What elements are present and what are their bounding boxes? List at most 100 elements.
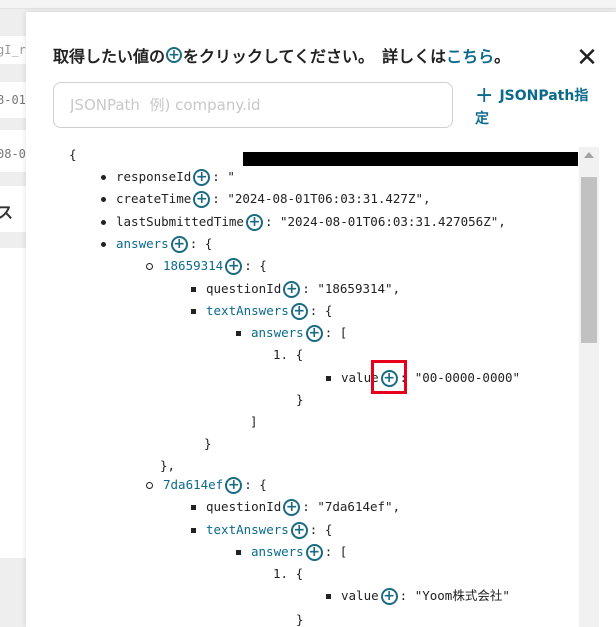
- close-icon: ✕: [576, 42, 598, 72]
- tree-line: ]: [250, 412, 258, 432]
- tree-line-question-id: questionId + : "7da614ef",: [191, 497, 400, 517]
- brace: }: [296, 392, 304, 407]
- plus-circle-icon: +: [166, 47, 183, 63]
- json-key-expandable[interactable]: answers: [116, 234, 169, 254]
- json-key-expandable[interactable]: textAnswers: [206, 520, 289, 540]
- json-punct: : {: [244, 477, 267, 492]
- jsonpath-search-box[interactable]: [53, 82, 453, 128]
- bullet: [326, 375, 331, 381]
- bullet: [191, 527, 196, 533]
- plus-circle-icon[interactable]: +: [380, 587, 398, 605]
- json-value: : "18659314",: [302, 281, 401, 296]
- add-jsonpath-button[interactable]: + JSONPath指定: [475, 84, 595, 131]
- tree-line: }: [296, 610, 304, 627]
- plus-circle-icon[interactable]: +: [193, 168, 211, 186]
- bullet: [236, 330, 241, 336]
- bracket: ]: [250, 414, 258, 429]
- plus-circle-icon[interactable]: +: [290, 302, 308, 320]
- json-key-expandable[interactable]: 7da614ef: [163, 475, 223, 495]
- json-tree: { responseId + : " createTime + : "2024-…: [26, 140, 586, 627]
- brace: {: [69, 147, 77, 162]
- tree-line-answers: answers + : {: [101, 234, 212, 254]
- brace: }: [204, 436, 212, 451]
- json-key: responseId: [116, 169, 192, 184]
- json-key: lastSubmittedTime: [116, 214, 244, 229]
- json-punct: : [: [324, 325, 348, 340]
- close-button[interactable]: ✕: [574, 44, 600, 70]
- array-index: 1. {: [273, 566, 304, 581]
- tree-line: }: [204, 434, 212, 454]
- vertical-scrollbar[interactable]: [579, 147, 599, 627]
- jsonpath-dialog: 取得したい値の + をクリックしてください。 詳しくは こちら 。 ✕ +JSO…: [26, 12, 616, 627]
- scrollbar-thumb[interactable]: [581, 177, 597, 343]
- bullet: [236, 549, 241, 555]
- json-key-expandable[interactable]: textAnswers: [206, 301, 289, 321]
- tree-line-question-id: questionId + : "18659314",: [191, 279, 400, 299]
- help-suffix: 。: [494, 47, 511, 66]
- brace: }: [296, 612, 304, 627]
- plus-circle-icon[interactable]: +: [225, 476, 243, 494]
- tree-line-answers-array: answers + : [: [236, 323, 347, 343]
- bullet: [191, 504, 196, 510]
- json-value: ": [227, 169, 235, 184]
- plus-circle-icon[interactable]: +: [290, 521, 308, 539]
- brace: },: [160, 458, 176, 473]
- plus-icon: +: [475, 83, 494, 108]
- redaction-bar: [243, 152, 578, 166]
- bullet: [101, 241, 106, 247]
- json-key-expandable[interactable]: answers: [251, 323, 304, 343]
- plus-circle-icon[interactable]: +: [305, 324, 323, 342]
- highlight-box: [371, 360, 407, 394]
- json-value: : "00-0000-0000": [399, 370, 521, 385]
- plus-circle-icon[interactable]: +: [193, 190, 211, 208]
- json-punct: : {: [309, 303, 333, 318]
- background-topbar: [0, 0, 616, 9]
- instruction-text: 取得したい値の: [53, 47, 166, 66]
- json-value: "2024-08-01T06:03:31.427056Z",: [280, 214, 506, 229]
- bullet: [191, 308, 196, 314]
- tree-line-text-answers: textAnswers + : {: [191, 520, 332, 540]
- bullet: [146, 481, 153, 489]
- bullet: [191, 286, 196, 292]
- bullet: [101, 196, 106, 202]
- bullet: [326, 593, 331, 599]
- json-punct: : {: [189, 236, 213, 251]
- json-key-expandable[interactable]: 18659314: [163, 256, 223, 276]
- tree-line-question-1: 18659314 + : {: [146, 256, 267, 276]
- tree-line-question-2: 7da614ef + : {: [146, 475, 267, 495]
- tree-line-value: value + : "00-0000-0000": [326, 368, 520, 388]
- bullet: [146, 262, 153, 270]
- dialog-instruction: 取得したい値の + をクリックしてください。 詳しくは こちら 。: [53, 43, 510, 67]
- tree-line-array-item: 1. {: [273, 564, 303, 584]
- json-punct: : [: [324, 544, 348, 559]
- plus-circle-icon[interactable]: +: [245, 213, 263, 231]
- json-key-expandable[interactable]: answers: [251, 542, 304, 562]
- plus-circle-icon[interactable]: +: [225, 257, 243, 275]
- tree-line-response-id: responseId + : ": [101, 167, 235, 187]
- tree-line-value: value + : "Yoom株式会社": [326, 586, 510, 606]
- scroll-up-icon[interactable]: [584, 152, 594, 158]
- bullet: [101, 219, 106, 225]
- help-text: 詳しくは: [382, 47, 447, 66]
- instruction-text: をクリックしてください。: [183, 47, 375, 66]
- jsonpath-input[interactable]: [68, 95, 438, 115]
- json-key: questionId: [206, 281, 282, 296]
- tree-line-last-submitted: lastSubmittedTime + : "2024-08-01T06:03:…: [101, 212, 506, 232]
- plus-circle-icon[interactable]: +: [283, 280, 301, 298]
- plus-circle-icon[interactable]: +: [170, 235, 188, 253]
- json-key: createTime: [116, 191, 192, 206]
- tree-line: }: [296, 390, 304, 410]
- array-index: 1. {: [273, 347, 304, 362]
- json-punct: : {: [309, 522, 333, 537]
- tree-line-answers-array: answers + : [: [236, 542, 347, 562]
- json-value: : "7da614ef",: [302, 499, 401, 514]
- plus-circle-icon[interactable]: +: [305, 543, 323, 561]
- tree-line: },: [160, 456, 175, 476]
- json-key: value: [341, 588, 379, 603]
- json-punct: : {: [244, 258, 267, 273]
- plus-circle-icon[interactable]: +: [283, 498, 301, 516]
- tree-line-text-answers: textAnswers + : {: [191, 301, 332, 321]
- help-link[interactable]: こちら: [446, 43, 494, 67]
- tree-line: {: [69, 145, 77, 165]
- json-key: questionId: [206, 499, 282, 514]
